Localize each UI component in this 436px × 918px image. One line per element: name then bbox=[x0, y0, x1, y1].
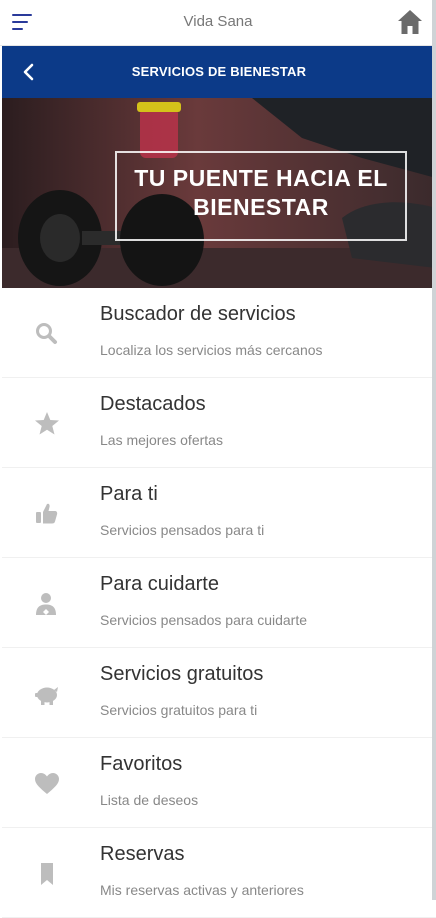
menu-item-destacados[interactable]: Destacados Las mejores ofertas bbox=[2, 378, 436, 468]
piggy-bank-icon bbox=[32, 680, 62, 708]
menu-item-subtitle: Servicios gratuitos para ti bbox=[100, 702, 258, 718]
menu-item-subtitle: Servicios pensados para ti bbox=[100, 522, 265, 538]
menu-item-subtitle: Mis reservas activas y anteriores bbox=[100, 882, 304, 898]
menu-item-reservas[interactable]: Reservas Mis reservas activas y anterior… bbox=[2, 828, 436, 918]
scrollbar-track[interactable] bbox=[432, 0, 436, 900]
menu-item-title: Reservas bbox=[100, 843, 185, 865]
section-header: SERVICIOS DE BIENESTAR bbox=[2, 46, 436, 98]
services-menu-list: Buscador de servicios Localiza los servi… bbox=[2, 288, 436, 918]
user-care-icon bbox=[32, 590, 62, 618]
menu-item-para-ti[interactable]: Para ti Servicios pensados para ti bbox=[2, 468, 436, 558]
thumbs-up-icon bbox=[32, 500, 62, 528]
banner-line-1: TU PUENTE HACIA EL bbox=[134, 165, 388, 191]
home-icon[interactable] bbox=[396, 8, 424, 36]
heart-icon bbox=[32, 770, 62, 798]
bookmark-icon bbox=[32, 860, 62, 888]
menu-item-title: Para cuidarte bbox=[100, 573, 219, 595]
menu-item-para-cuidarte[interactable]: Para cuidarte Servicios pensados para cu… bbox=[2, 558, 436, 648]
page-title: SERVICIOS DE BIENESTAR bbox=[131, 64, 307, 79]
menu-item-favoritos[interactable]: Favoritos Lista de deseos bbox=[2, 738, 436, 828]
app-title: Vida Sana bbox=[183, 13, 253, 30]
menu-item-subtitle: Lista de deseos bbox=[100, 792, 199, 808]
menu-item-title: Destacados bbox=[100, 393, 206, 415]
top-app-bar: Vida Sana bbox=[0, 0, 436, 46]
menu-item-title: Para ti bbox=[100, 483, 158, 505]
menu-item-subtitle: Las mejores ofertas bbox=[100, 432, 223, 448]
search-icon bbox=[32, 320, 62, 348]
star-icon bbox=[32, 410, 62, 438]
menu-item-servicios-gratuitos[interactable]: Servicios gratuitos Servicios gratuitos … bbox=[2, 648, 436, 738]
hero-banner: TU PUENTE HACIA EL BIENESTAR bbox=[2, 98, 436, 288]
menu-item-subtitle: Servicios pensados para cuidarte bbox=[100, 612, 308, 628]
banner-headline: TU PUENTE HACIA EL BIENESTAR bbox=[115, 164, 407, 222]
menu-item-buscador[interactable]: Buscador de servicios Localiza los servi… bbox=[2, 288, 436, 378]
menu-item-title: Buscador de servicios bbox=[100, 303, 296, 325]
menu-item-title: Favoritos bbox=[100, 753, 183, 775]
menu-item-title: Servicios gratuitos bbox=[100, 663, 264, 685]
menu-item-subtitle: Localiza los servicios más cercanos bbox=[100, 342, 323, 358]
banner-line-2: BIENESTAR bbox=[193, 194, 329, 220]
